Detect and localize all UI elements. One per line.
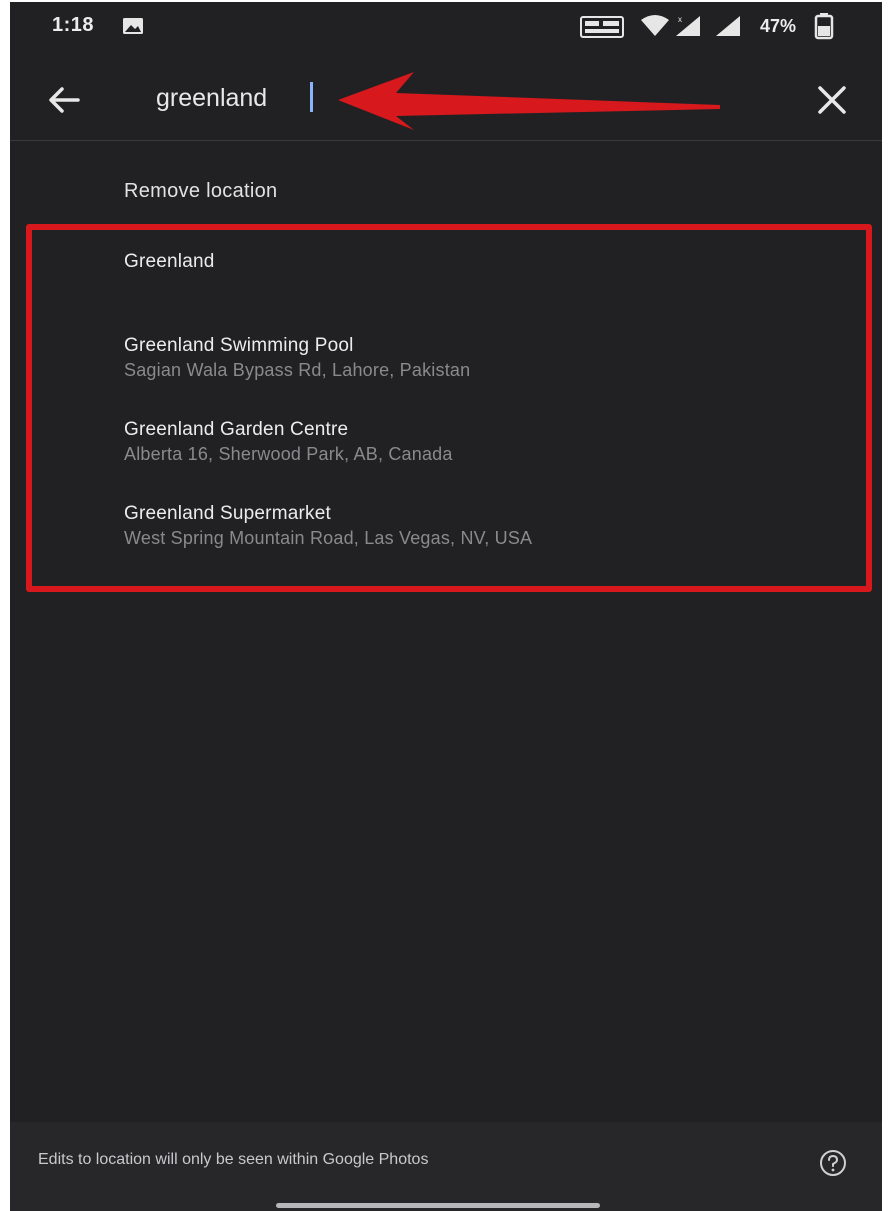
search-result-item[interactable]: Greenland Supermarket West Spring Mounta… <box>124 502 532 550</box>
screen: 1:18 x 47% greenland Remove location Gre… <box>10 2 882 1211</box>
signal-icon <box>716 16 740 36</box>
result-address: Sagian Wala Bypass Rd, Lahore, Pakistan <box>124 360 471 380</box>
result-title: Greenland Supermarket <box>124 503 331 524</box>
footer-note-bar: Edits to location will only be seen with… <box>10 1122 882 1211</box>
footer-note: Edits to location will only be seen with… <box>38 1151 429 1168</box>
svg-text:x: x <box>678 15 682 24</box>
result-title: Greenland Swimming Pool <box>124 335 354 356</box>
wifi-icon <box>641 15 669 36</box>
volte-icon <box>580 16 624 38</box>
help-icon[interactable] <box>818 1148 848 1178</box>
status-bar: 1:18 x 47% <box>10 2 882 52</box>
remove-location-option[interactable]: Remove location <box>124 180 277 203</box>
gallery-icon <box>123 18 143 34</box>
home-indicator[interactable] <box>276 1203 600 1208</box>
search-app-bar <box>10 54 882 141</box>
result-address: West Spring Mountain Road, Las Vegas, NV… <box>124 528 533 548</box>
back-arrow-icon[interactable] <box>40 76 88 124</box>
location-search-input[interactable] <box>156 78 346 118</box>
result-title: Greenland Garden Centre <box>124 419 349 440</box>
battery-percent: 47% <box>760 16 797 36</box>
result-title: Greenland <box>124 251 215 272</box>
close-icon[interactable] <box>808 76 856 124</box>
text-cursor <box>310 82 313 112</box>
search-result-item[interactable]: Greenland Swimming Pool Sagian Wala Bypa… <box>124 334 470 382</box>
signal-icon: x <box>676 15 700 36</box>
battery-icon <box>814 13 834 40</box>
search-result-item[interactable]: Greenland <box>124 250 215 274</box>
result-address: Alberta 16, Sherwood Park, AB, Canada <box>124 444 453 464</box>
status-time: 1:18 <box>52 14 95 36</box>
search-result-item[interactable]: Greenland Garden Centre Alberta 16, Sher… <box>124 418 453 466</box>
annotation-arrow <box>338 72 720 130</box>
